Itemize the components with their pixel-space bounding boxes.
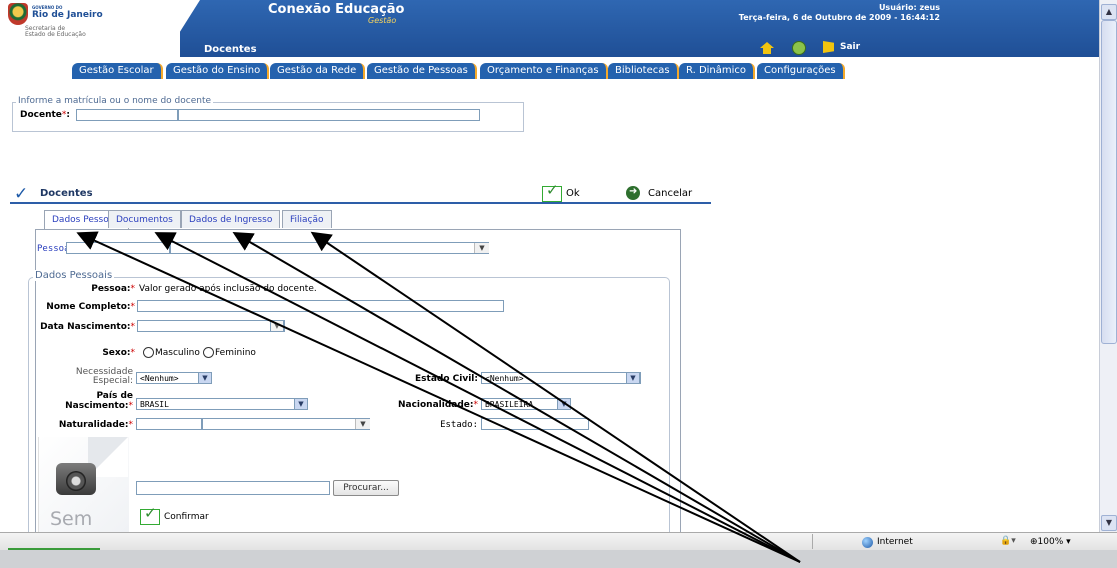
arrow-to-filiacao — [310, 231, 801, 563]
arrow-to-documentos — [154, 232, 801, 563]
arrow-to-dados-ingresso — [232, 231, 801, 563]
annotation-arrows — [76, 231, 801, 563]
arrow-to-dados-pessoais — [76, 231, 801, 563]
